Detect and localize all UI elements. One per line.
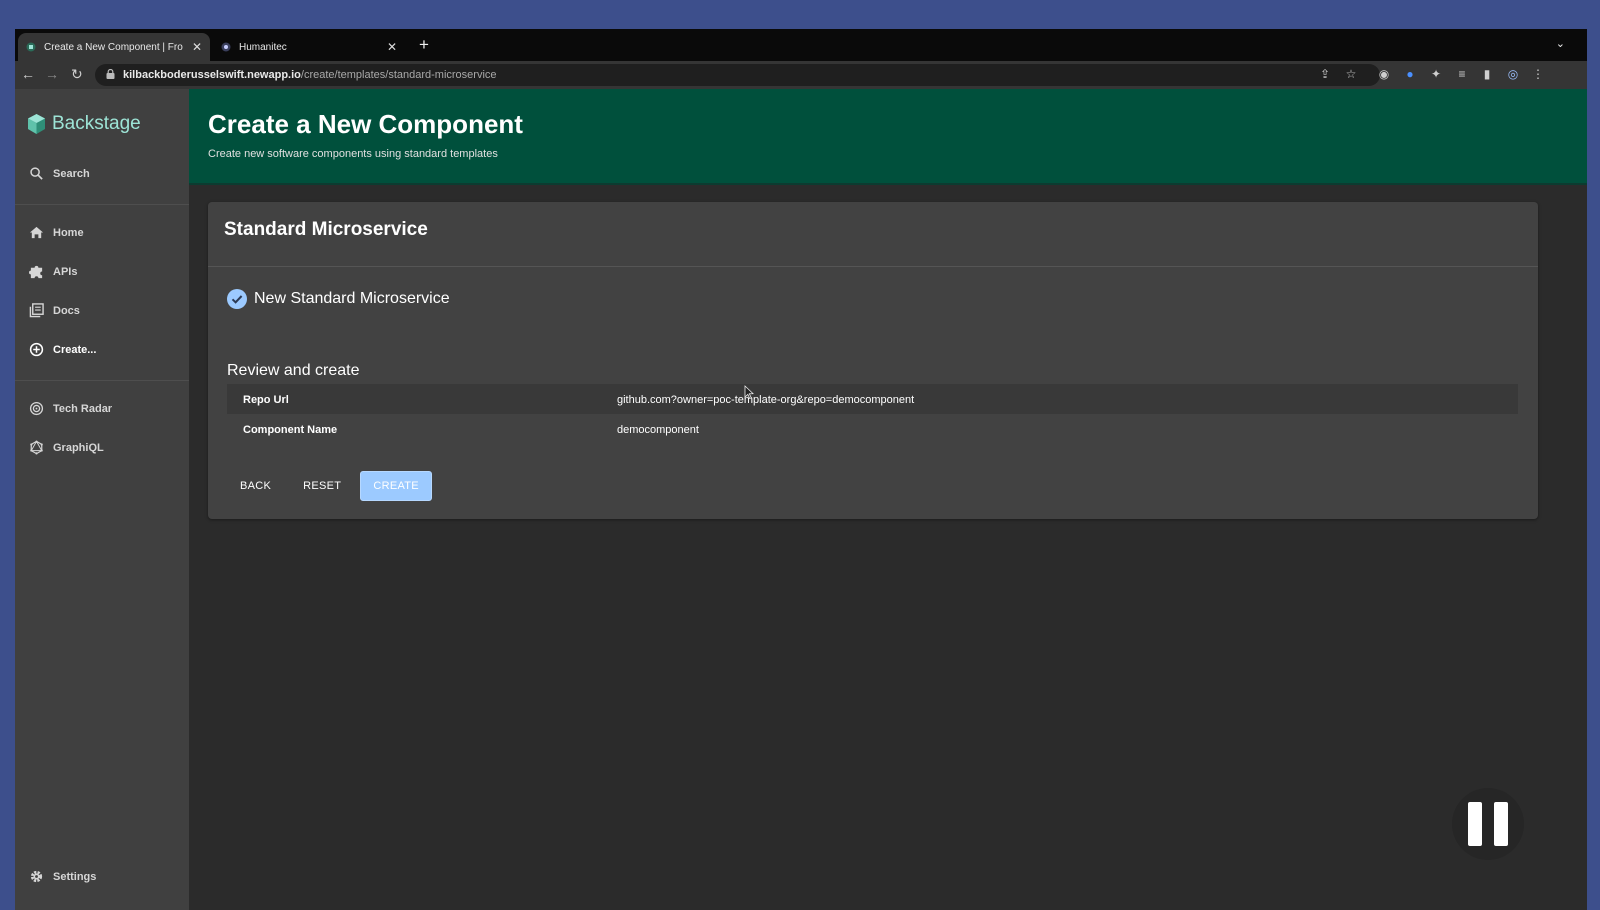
backstage-logo[interactable]: Backstage [27, 113, 141, 135]
step-label: New Standard Microservice [254, 290, 450, 307]
sidebar-item-label: Tech Radar [53, 402, 113, 415]
extensions-puzzle-icon[interactable]: ✦ [1429, 67, 1443, 81]
mouse-cursor-icon [744, 385, 754, 399]
sidebar-item-label: Home [53, 226, 84, 239]
sidebar-item-tech-radar[interactable]: Tech Radar [29, 401, 112, 416]
tab-title: Humanitec [239, 41, 287, 53]
tab-create-component[interactable]: Create a New Component | Fro ✕ [18, 33, 210, 61]
search-icon [30, 167, 43, 180]
forward-arrow-icon[interactable]: → [45, 66, 59, 82]
reading-list-icon[interactable]: ≡ [1455, 67, 1469, 81]
sidebar-item-label: Docs [53, 304, 80, 317]
humanitec-favicon-icon [221, 42, 231, 52]
extension-g-icon[interactable]: ◉ [1377, 67, 1391, 81]
add-circle-icon [29, 342, 44, 357]
star-icon[interactable]: ☆ [1344, 67, 1358, 81]
new-tab-icon[interactable]: + [419, 35, 429, 55]
kebab-menu-icon[interactable]: ⋮ [1531, 67, 1545, 81]
address-toolbar: ← → ↻ kilbackboderusselswift.newapp.io/c… [15, 61, 1587, 89]
share-icon[interactable]: ⇪ [1318, 67, 1332, 81]
home-icon [29, 226, 44, 239]
review-key: Component Name [243, 424, 338, 436]
close-icon[interactable]: ✕ [192, 40, 202, 54]
address-bar[interactable]: kilbackboderusselswift.newapp.io/create/… [95, 64, 1380, 86]
sidebar-item-label: Create... [53, 343, 97, 356]
table-row: Repo Url github.com?owner=poc-template-o… [227, 384, 1518, 414]
sidebar-search-label: Search [53, 167, 90, 180]
pause-icon [1468, 802, 1482, 846]
completed-step[interactable]: New Standard Microservice [227, 289, 450, 309]
page-header: Create a New Component Create new softwa… [189, 89, 1587, 185]
page-title: Create a New Component [208, 109, 523, 139]
sidebar-item-label: Settings [53, 870, 97, 883]
pause-button[interactable] [1452, 788, 1524, 860]
puzzle-icon [29, 265, 43, 279]
backstage-cube-icon [28, 114, 45, 134]
back-button[interactable]: BACK [227, 472, 284, 500]
radar-icon [29, 401, 44, 416]
backstage-favicon-icon [26, 42, 36, 52]
pause-icon [1494, 802, 1508, 846]
sidebar-item-graphiql[interactable]: GraphiQL [29, 440, 104, 455]
gear-icon [30, 870, 43, 883]
close-icon[interactable]: ✕ [387, 40, 397, 54]
review-key: Repo Url [243, 394, 289, 406]
sidebar-item-apis[interactable]: APIs [29, 264, 77, 279]
tab-humanitec[interactable]: Humanitec ✕ [213, 33, 405, 61]
graphiql-icon [30, 440, 43, 455]
table-row: Component Name democomponent [227, 414, 1518, 444]
sidebar-search[interactable]: Search [29, 166, 90, 181]
sidebar-divider [15, 204, 189, 205]
card-divider [208, 266, 1538, 267]
profile-avatar-icon[interactable]: ◎ [1506, 67, 1520, 81]
browser-window: Create a New Component | Fro ✕ Humanitec… [15, 29, 1587, 910]
tab-title: Create a New Component | Fro [44, 41, 183, 53]
page-subtitle: Create new software components using sta… [208, 148, 498, 160]
sidebar-item-create[interactable]: Create... [29, 342, 96, 357]
review-value: github.com?owner=poc-template-org&repo=d… [617, 394, 915, 406]
reset-button[interactable]: RESET [290, 472, 354, 500]
review-table: Repo Url github.com?owner=poc-template-o… [227, 384, 1518, 444]
sidebar-item-docs[interactable]: Docs [29, 303, 80, 318]
extension-blue-icon[interactable]: ● [1403, 67, 1417, 81]
reload-icon[interactable]: ↻ [71, 66, 83, 83]
library-icon [29, 303, 44, 318]
url-text: kilbackboderusselswift.newapp.io/create/… [123, 69, 497, 81]
review-value: democomponent [617, 424, 699, 436]
lock-icon [106, 69, 115, 79]
side-panel-icon[interactable]: ▮ [1480, 67, 1494, 81]
sidebar-item-label: GraphiQL [53, 441, 104, 454]
chevron-down-icon[interactable]: ⌄ [1556, 37, 1565, 50]
sidebar-divider [15, 380, 189, 381]
brand-name: Backstage [52, 113, 141, 134]
template-card: Standard Microservice New Standard Micro… [208, 202, 1538, 519]
sidebar-item-settings[interactable]: Settings [29, 869, 96, 884]
create-button[interactable]: CREATE [360, 471, 432, 501]
review-title: Review and create [227, 362, 360, 379]
sidebar: Backstage Search Home APIs Docs Create..… [15, 89, 189, 910]
back-arrow-icon[interactable]: ← [21, 66, 35, 82]
tab-strip: Create a New Component | Fro ✕ Humanitec… [15, 29, 1587, 61]
form-actions: BACK RESET CREATE [227, 471, 438, 501]
sidebar-item-label: APIs [53, 265, 78, 278]
sidebar-item-home[interactable]: Home [29, 225, 84, 240]
card-title: Standard Microservice [224, 219, 428, 240]
check-circle-icon [227, 289, 247, 309]
